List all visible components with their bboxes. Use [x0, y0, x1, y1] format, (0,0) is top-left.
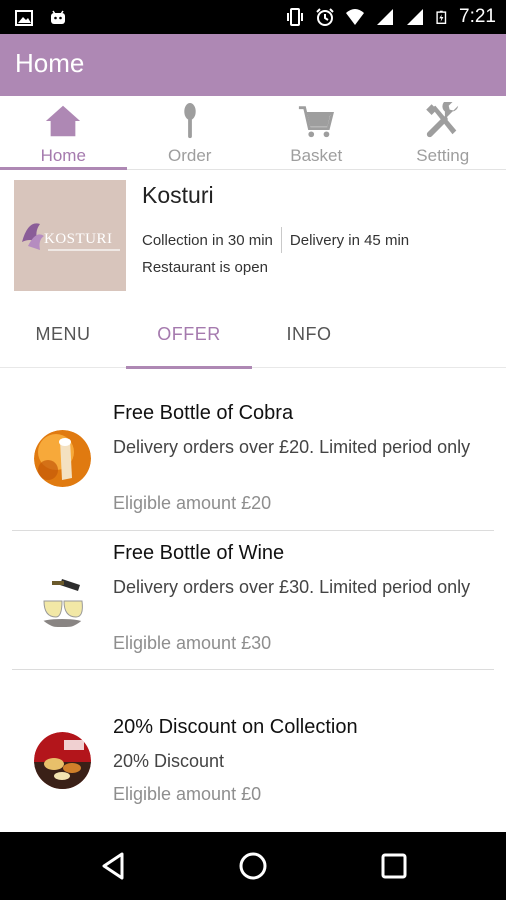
system-nav-bar	[0, 832, 506, 900]
restaurant-status: Restaurant is open	[142, 259, 268, 276]
offer-description: 20% Discount	[113, 751, 225, 771]
restaurant-name: Kosturi	[142, 182, 214, 208]
tab-setting-label: Setting	[416, 146, 470, 165]
tab-setting[interactable]: Setting	[380, 96, 506, 169]
tools-icon	[425, 102, 458, 138]
restaurant-logo: KOSTURI	[14, 180, 126, 291]
main-tab-bar: Home Order Basket Setting	[0, 96, 506, 170]
status-time: 7:21	[459, 6, 496, 27]
spoon-icon	[184, 102, 196, 139]
tab-order-label: Order	[168, 146, 212, 165]
tab-info[interactable]: INFO	[252, 300, 366, 368]
offer-title: Free Bottle of Cobra	[113, 402, 294, 424]
page-title: Home	[15, 48, 85, 78]
logo-text: KOSTURI	[44, 231, 113, 247]
offer-title: 20% Discount on Collection	[113, 716, 358, 738]
sub-tab-bar: MENU OFFER INFO	[0, 300, 506, 369]
offers-list: Free Bottle of Cobra Delivery orders ove…	[0, 369, 506, 832]
beer-photo	[34, 430, 91, 487]
vibrate-icon	[287, 8, 304, 26]
tab-home-label: Home	[40, 146, 86, 165]
alarm-icon	[316, 8, 334, 26]
tab-home[interactable]: Home	[0, 96, 127, 170]
signal-icon	[407, 9, 424, 25]
timing-info: Collection in 30 min Delivery in 45 min	[142, 227, 409, 253]
home-button-icon[interactable]	[237, 850, 269, 882]
back-icon[interactable]	[98, 850, 130, 882]
offer-eligible-amount: Eligible amount £20	[113, 493, 272, 513]
android-icon	[51, 10, 65, 24]
offer-title: Free Bottle of Wine	[113, 542, 285, 564]
image-icon	[15, 10, 33, 26]
offer-item[interactable]: Free Bottle of Cobra Delivery orders ove…	[0, 369, 506, 531]
offer-eligible-amount: Eligible amount £0	[113, 784, 262, 804]
app-bar: Home	[0, 34, 506, 96]
offer-description: Delivery orders over £20. Limited period…	[113, 437, 471, 457]
food-photo	[34, 732, 91, 789]
tab-menu[interactable]: MENU	[0, 300, 126, 368]
offer-item[interactable]: 20% Discount on Collection 20% Discount …	[0, 670, 506, 832]
divider	[280, 227, 282, 253]
recents-icon[interactable]	[378, 850, 410, 882]
wifi-icon	[346, 9, 365, 25]
status-bar: 7:21	[0, 0, 506, 34]
cart-icon	[299, 106, 335, 138]
offer-description: Delivery orders over £30. Limited period…	[113, 577, 471, 597]
tab-basket[interactable]: Basket	[253, 96, 380, 169]
delivery-time: Delivery in 45 min	[289, 231, 410, 249]
home-icon	[46, 105, 81, 137]
signal-icon	[377, 9, 394, 25]
offer-item[interactable]: Free Bottle of Wine Delivery orders over…	[0, 531, 506, 670]
battery-icon	[436, 10, 447, 24]
tab-basket-label: Basket	[290, 146, 343, 165]
wine-photo	[34, 571, 91, 628]
offer-eligible-amount: Eligible amount £30	[113, 633, 272, 653]
collection-time: Collection in 30 min	[142, 231, 273, 249]
tab-offer[interactable]: OFFER	[126, 300, 252, 369]
tab-order[interactable]: Order	[127, 96, 254, 169]
restaurant-header: KOSTURI Kosturi Collection in 30 min Del…	[0, 170, 506, 300]
